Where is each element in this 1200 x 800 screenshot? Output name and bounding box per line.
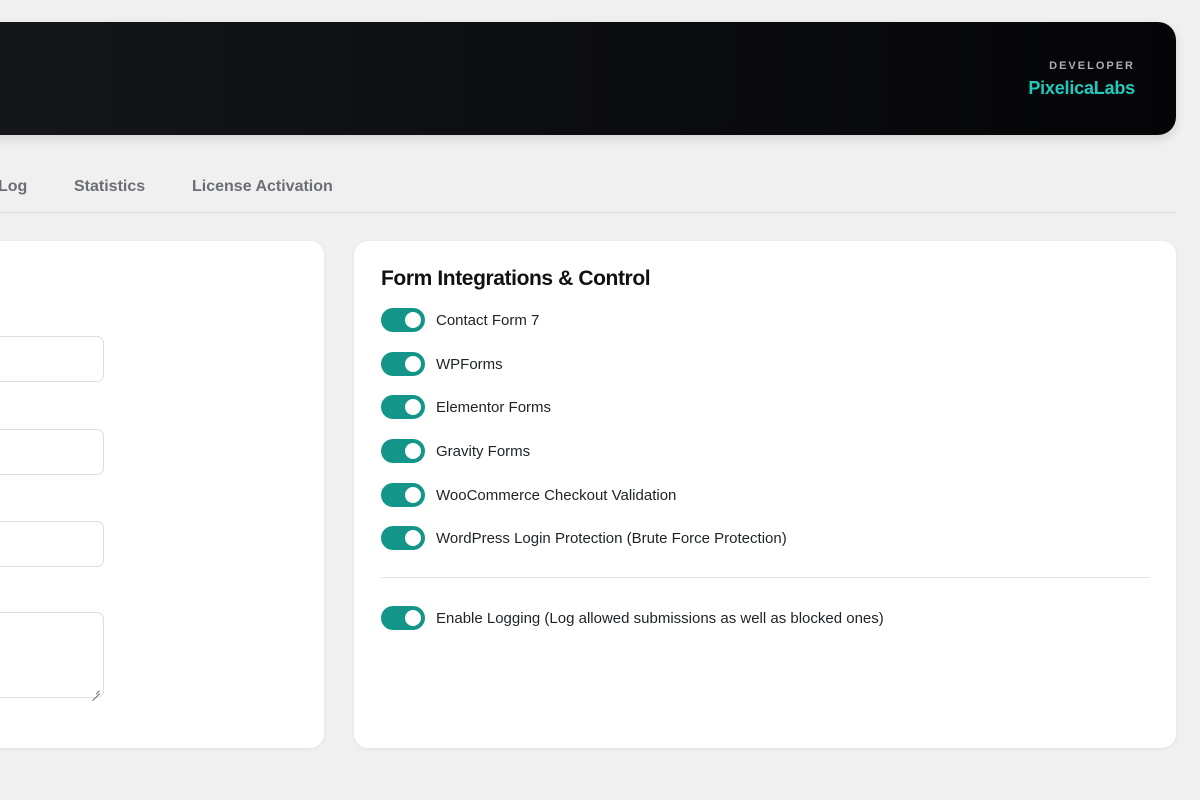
toggle-woocommerce-checkout[interactable] (381, 483, 425, 507)
toggle-label: Enable Logging (Log allowed submissions … (436, 609, 884, 627)
toggle-gravity-forms[interactable] (381, 439, 425, 463)
toggle-wpforms[interactable] (381, 352, 425, 376)
toggle-label: WooCommerce Checkout Validation (436, 486, 677, 504)
toggle-row-gravity-forms: Gravity Forms (381, 439, 530, 463)
toggle-wordpress-login-protection[interactable] (381, 526, 425, 550)
toggle-row-wpforms: WPForms (381, 352, 503, 376)
toggle-knob (405, 312, 421, 328)
card-title: Form Integrations & Control (381, 267, 651, 290)
text-input-2[interactable] (0, 429, 104, 475)
developer-label: DEVELOPER (1049, 60, 1135, 72)
tab-license-activation[interactable]: License Activation (192, 178, 333, 196)
toggle-row-enable-logging: Enable Logging (Log allowed submissions … (381, 606, 884, 630)
toggle-enable-logging[interactable] (381, 606, 425, 630)
resize-handle-icon[interactable] (92, 686, 100, 694)
toggle-knob (405, 356, 421, 372)
tab-log[interactable]: Log (0, 178, 27, 196)
toggle-label: Contact Form 7 (436, 311, 540, 329)
toggle-knob (405, 443, 421, 459)
toggle-row-elementor-forms: Elementor Forms (381, 395, 551, 419)
toggle-knob (405, 530, 421, 546)
toggle-knob (405, 487, 421, 503)
developer-info: DEVELOPER PixelicaLabs (1028, 60, 1135, 99)
text-input-3[interactable] (0, 521, 104, 567)
toggle-label: Gravity Forms (436, 442, 531, 460)
form-integrations-card: Form Integrations & Control Contact Form… (354, 241, 1176, 748)
settings-page: DEVELOPER PixelicaLabs Log Statistics Li… (0, 0, 1200, 800)
header-banner (0, 22, 1176, 135)
tab-bar: Log Statistics License Activation (0, 163, 1176, 213)
text-input-1[interactable] (0, 336, 104, 382)
toggle-row-contact-form-7: Contact Form 7 (381, 308, 539, 332)
toggle-row-wordpress-login: WordPress Login Protection (Brute Force … (381, 526, 787, 550)
tab-statistics[interactable]: Statistics (74, 178, 145, 196)
section-divider (381, 577, 1149, 578)
textarea-input[interactable] (0, 612, 104, 698)
toggle-knob (405, 610, 421, 626)
toggle-label: Elementor Forms (436, 398, 552, 416)
developer-name: PixelicaLabs (1028, 78, 1135, 98)
toggle-contact-form-7[interactable] (381, 308, 425, 332)
toggle-elementor-forms[interactable] (381, 395, 425, 419)
toggle-knob (405, 399, 421, 415)
toggle-label: WPForms (436, 355, 503, 373)
toggle-row-woocommerce: WooCommerce Checkout Validation (381, 483, 676, 507)
toggle-label: WordPress Login Protection (Brute Force … (436, 529, 787, 547)
